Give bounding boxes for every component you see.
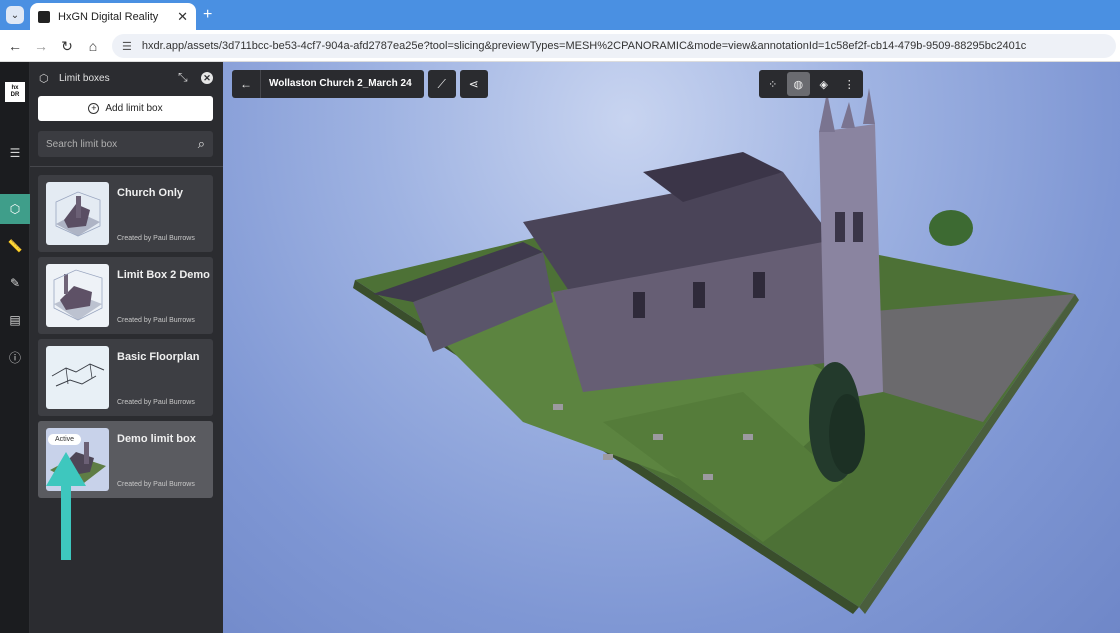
list-item[interactable]: Limit Box 2 Demo Created by Paul Burrows <box>38 257 213 334</box>
thumbnail <box>46 182 109 245</box>
layers-icon[interactable]: ▤ <box>0 305 30 335</box>
search-input[interactable]: Search limit box ⌕ <box>38 131 213 157</box>
church-mesh-model[interactable] <box>223 62 1120 633</box>
url-text: hxdr.app/assets/3d711bcc-be53-4cf7-904a-… <box>141 40 1027 52</box>
card-creator: Created by Paul Burrows <box>117 481 195 488</box>
measure-tool-button[interactable]: ⟋ <box>427 70 456 98</box>
list-item[interactable]: Basic Floorplan Created by Paul Burrows <box>38 339 213 416</box>
back-icon[interactable]: ← <box>6 37 24 55</box>
plus-icon: + <box>88 103 100 114</box>
card-creator: Created by Paul Burrows <box>117 317 195 324</box>
card-title: Limit Box 2 Demo <box>117 269 210 281</box>
asset-header: ← Wollaston Church 2_March 24 <box>232 70 424 98</box>
add-limit-box-label: Add limit box <box>105 103 163 114</box>
asset-title: Wollaston Church 2_March 24 <box>260 70 424 98</box>
share-icon[interactable]: ⋖ <box>460 70 488 98</box>
card-creator: Created by Paul Burrows <box>117 235 195 242</box>
new-tab-icon[interactable]: + <box>203 6 212 24</box>
annotation-arrow-icon <box>46 452 86 560</box>
annotation-icon[interactable]: ✎ <box>0 268 30 298</box>
home-icon[interactable]: ⌂ <box>84 37 102 55</box>
search-icon[interactable]: ⌕ <box>198 136 205 152</box>
3d-viewport[interactable]: ← Wollaston Church 2_March 24 ⟋ ⋖ ⁘ ◍ ◈ … <box>223 62 1120 633</box>
ruler-icon[interactable]: 📏 <box>0 231 30 261</box>
site-info-icon[interactable]: ☰ <box>122 40 132 53</box>
favicon-icon <box>38 10 50 23</box>
cube-icon[interactable]: ⬡ <box>0 194 30 224</box>
ruler-tool-icon[interactable]: ⟋ <box>428 70 456 98</box>
url-field[interactable]: ☰ hxdr.app/assets/3d711bcc-be53-4cf7-904… <box>112 34 1116 58</box>
viewer-toolbar: ← Wollaston Church 2_March 24 ⟋ ⋖ <box>232 70 488 98</box>
status-badge: Active <box>48 434 82 445</box>
divider <box>30 166 223 167</box>
panel-header: ⬡ Limit boxes ⤡ ✕ <box>30 62 223 94</box>
mesh-icon[interactable]: ◍ <box>786 72 810 96</box>
logo[interactable]: hx DR <box>5 82 25 102</box>
thumbnail <box>46 264 109 327</box>
back-arrow-icon[interactable]: ← <box>232 70 260 98</box>
share-button[interactable]: ⋖ <box>459 70 488 98</box>
tab-title: HxGN Digital Reality <box>58 10 159 23</box>
tab-search-icon[interactable]: ⌄ <box>6 6 24 24</box>
point-cloud-icon[interactable]: ⁘ <box>761 72 785 96</box>
panorama-icon[interactable]: ◈ <box>812 72 836 96</box>
close-tab-icon[interactable]: ✕ <box>177 9 188 25</box>
add-limit-box-button[interactable]: + Add limit box <box>38 96 213 121</box>
card-title: Church Only <box>117 187 184 199</box>
card-title: Demo limit box <box>117 433 196 445</box>
forward-icon[interactable]: → <box>32 37 50 55</box>
menu-icon[interactable]: ☰ <box>0 138 30 168</box>
cube-icon: ⬡ <box>39 73 49 85</box>
thumbnail <box>46 346 109 409</box>
address-bar: ← → ↻ ⌂ ☰ hxdr.app/assets/3d711bcc-be53-… <box>0 30 1120 62</box>
reload-icon[interactable]: ↻ <box>58 37 76 55</box>
limit-boxes-panel: ⬡ Limit boxes ⤡ ✕ + Add limit box Search… <box>30 62 223 633</box>
more-options-icon[interactable]: ⋮ <box>838 72 862 96</box>
card-title: Basic Floorplan <box>117 351 200 363</box>
left-rail: hx DR ☰ ⬡ 📏 ✎ ▤ ⓘ <box>0 62 30 633</box>
browser-tab[interactable]: HxGN Digital Reality ✕ <box>30 3 196 30</box>
search-placeholder: Search limit box <box>46 138 118 150</box>
info-icon[interactable]: ⓘ <box>0 342 30 372</box>
close-icon[interactable]: ✕ <box>201 72 213 84</box>
card-creator: Created by Paul Burrows <box>117 399 195 406</box>
browser-tab-bar: ⌄ HxGN Digital Reality ✕ + <box>0 0 1120 30</box>
panel-title: Limit boxes <box>59 73 110 84</box>
list-item[interactable]: Church Only Created by Paul Burrows <box>38 175 213 252</box>
view-mode-toolbar: ⁘ ◍ ◈ ⋮ <box>759 70 863 98</box>
collapse-icon[interactable]: ⤡ <box>178 70 188 85</box>
